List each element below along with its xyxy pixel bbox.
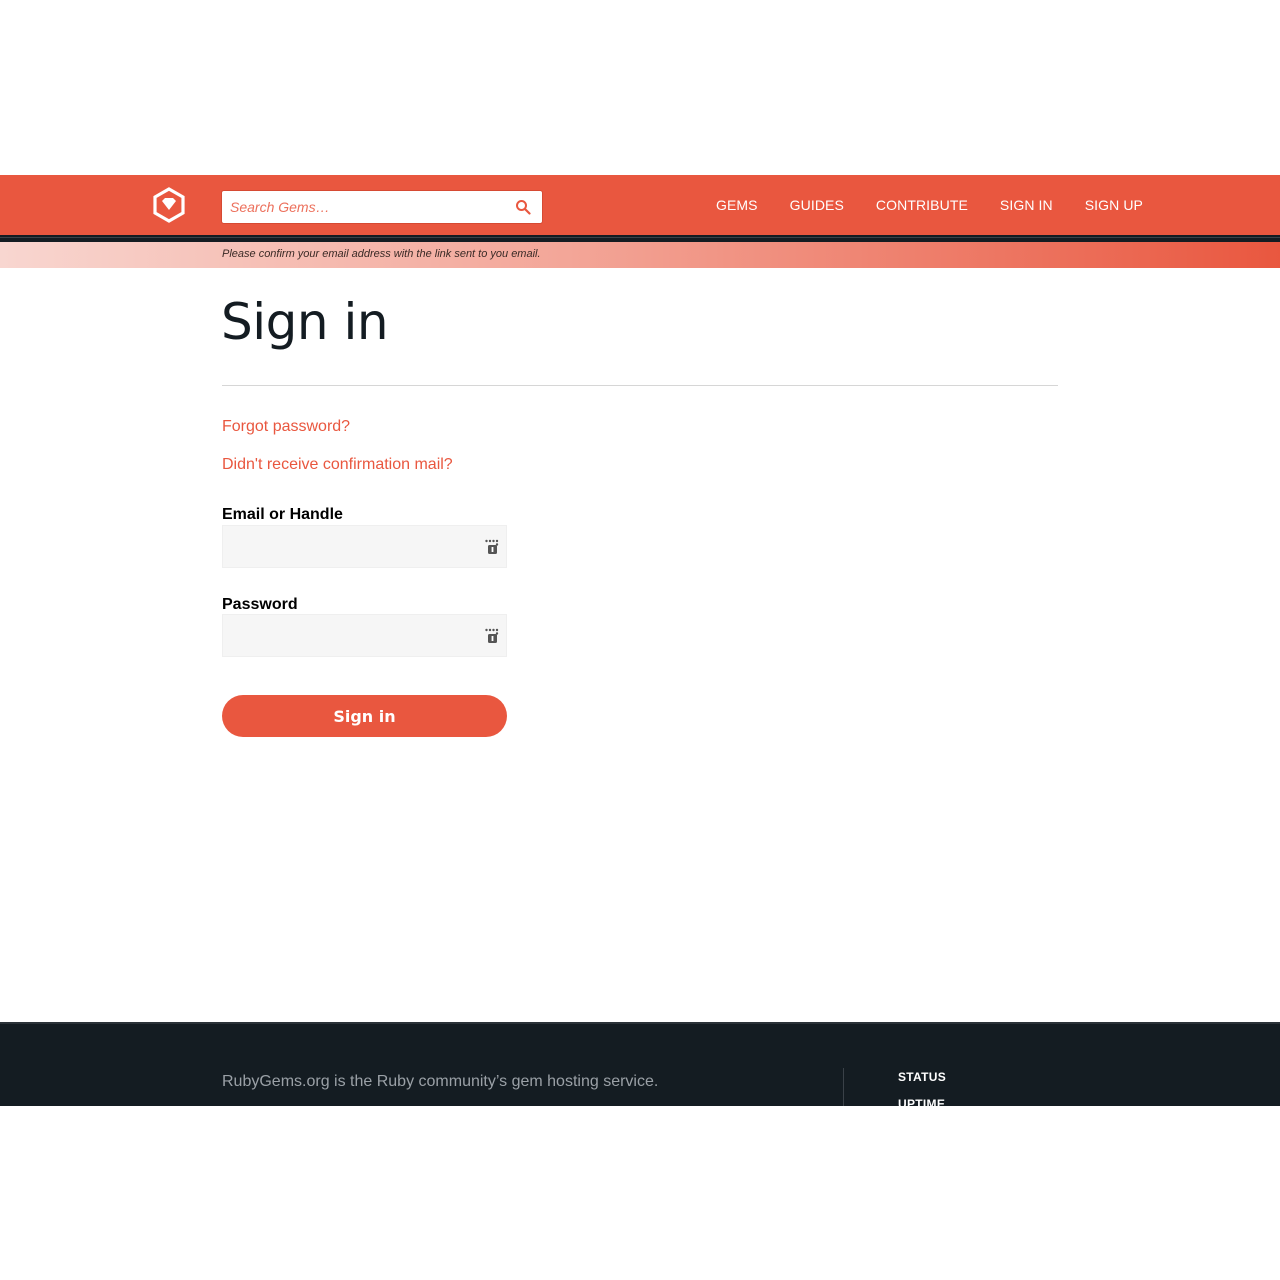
nav-sign-in[interactable]: SIGN IN bbox=[1000, 197, 1053, 213]
nav-sign-up[interactable]: SIGN UP bbox=[1085, 197, 1143, 213]
rubygems-logo-icon[interactable] bbox=[151, 187, 187, 223]
email-label: Email or Handle bbox=[222, 506, 343, 523]
email-field[interactable] bbox=[223, 526, 506, 567]
flash-message: Please confirm your email address with t… bbox=[222, 248, 541, 260]
nav-guides[interactable]: GUIDES bbox=[790, 197, 844, 213]
nav-contribute[interactable]: CONTRIBUTE bbox=[876, 197, 968, 213]
page-title: Sign in bbox=[221, 293, 389, 351]
nav-gems[interactable]: GEMS bbox=[716, 197, 758, 213]
site-footer: RubyGems.org is the Ruby community’s gem… bbox=[0, 1022, 1280, 1106]
forgot-password-link[interactable]: Forgot password? bbox=[222, 418, 350, 436]
page: GEMS GUIDES CONTRIBUTE SIGN IN SIGN UP P… bbox=[0, 175, 1280, 1106]
site-header: GEMS GUIDES CONTRIBUTE SIGN IN SIGN UP bbox=[0, 175, 1280, 235]
footer-divider bbox=[843, 1068, 844, 1106]
footer-link-status[interactable]: STATUS bbox=[898, 1070, 946, 1084]
footer-description: RubyGems.org is the Ruby community’s gem… bbox=[222, 1073, 659, 1090]
email-field-wrapper bbox=[222, 525, 507, 568]
footer-link-uptime[interactable]: UPTIME bbox=[898, 1097, 945, 1106]
password-label: Password bbox=[222, 596, 298, 613]
title-divider bbox=[222, 385, 1058, 386]
sign-in-button[interactable]: Sign in bbox=[222, 695, 507, 737]
footer-top-border bbox=[0, 1022, 1280, 1024]
password-manager-icon[interactable] bbox=[485, 628, 499, 644]
password-manager-icon[interactable] bbox=[485, 539, 499, 555]
header-divider-bar bbox=[0, 235, 1280, 242]
password-field[interactable] bbox=[223, 615, 506, 656]
password-field-wrapper bbox=[222, 614, 507, 657]
main-nav: GEMS GUIDES CONTRIBUTE SIGN IN SIGN UP bbox=[684, 175, 1143, 235]
search-box bbox=[221, 190, 543, 224]
search-icon[interactable] bbox=[515, 199, 531, 215]
search-input[interactable] bbox=[230, 191, 500, 223]
resend-confirmation-link[interactable]: Didn't receive confirmation mail? bbox=[222, 456, 453, 474]
flash-notice: Please confirm your email address with t… bbox=[0, 242, 1280, 268]
